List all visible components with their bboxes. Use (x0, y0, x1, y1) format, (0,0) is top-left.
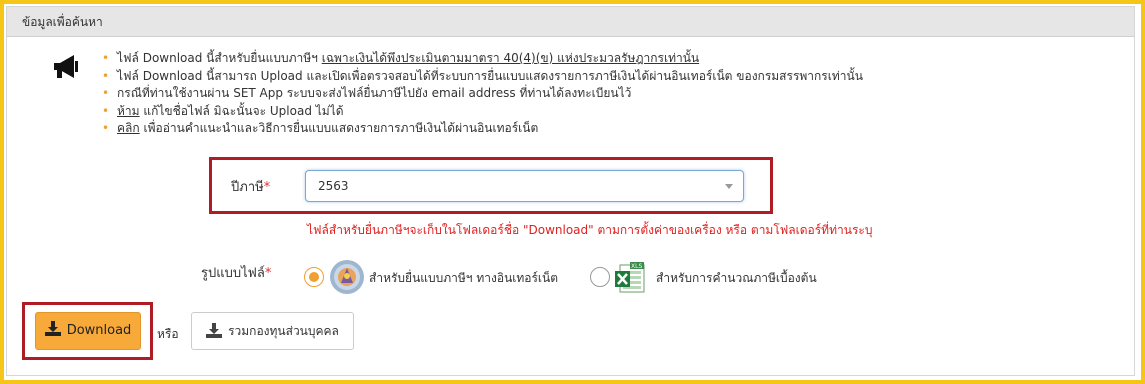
note-link-click[interactable]: คลิก (117, 121, 140, 135)
panel-title: ข้อมูลเพื่อค้นหา (7, 7, 1134, 37)
format-radio-internet[interactable] (304, 267, 324, 287)
note-item: • ไฟล์ Download นี้สำหรับยื่นแบบภาษีฯ เฉพ… (102, 51, 700, 65)
tax-year-value: 2563 (318, 179, 349, 193)
note-item: • ไฟล์ Download นี้สามารถ Upload และเปิดเ… (102, 68, 863, 83)
format-radio-calculation[interactable] (590, 267, 610, 287)
note-item: • กรณีที่ท่านใช้งานผ่าน SET App ระบบจะส่ง… (102, 86, 632, 100)
combine-private-fund-button[interactable]: รวมกองทุนส่วนบุคคล (191, 312, 354, 350)
format-option-calculation-label[interactable]: สำหรับการคำนวณภาษีเบื้องต้น (656, 269, 817, 288)
info-notes: • ไฟล์ Download นี้สำหรับยื่นแบบภาษีฯ เฉพ… (100, 50, 1100, 138)
note-link[interactable]: เฉพาะเงินได้พึงประเมินตามมาตรา 40(4)(ข) … (322, 51, 699, 65)
download-icon (206, 323, 223, 338)
tax-year-select[interactable]: 2563 (305, 170, 744, 202)
note-item: • ห้าม แก้ไขชื่อไฟล์ มิฉะนั้นจะ Upload ไม… (102, 103, 344, 118)
revenue-department-seal-icon (329, 259, 365, 298)
note-item: • คลิก เพื่ออ่านคำแนะนำและวิธีการยื่นแบบแ… (102, 121, 539, 135)
download-button[interactable]: Download (35, 312, 141, 350)
excel-xls-icon: XLS (614, 262, 646, 297)
chevron-down-icon (725, 184, 733, 189)
svg-text:XLS: XLS (631, 263, 642, 270)
megaphone-icon (50, 52, 90, 82)
download-icon (44, 321, 61, 336)
download-folder-hint: ไฟล์สำหรับยื่นภาษีฯจะเก็บในโฟลเดอร์ชื่อ … (307, 223, 873, 237)
or-separator: หรือ (157, 327, 179, 341)
year-label: ปีภาษี* (231, 180, 271, 195)
file-format-label: รูปแบบไฟล์* (201, 266, 272, 281)
format-option-internet-label[interactable]: สำหรับยื่นแบบภาษีฯ ทางอินเทอร์เน็ต (369, 269, 558, 288)
note-link-prohibit[interactable]: ห้าม (117, 104, 140, 118)
